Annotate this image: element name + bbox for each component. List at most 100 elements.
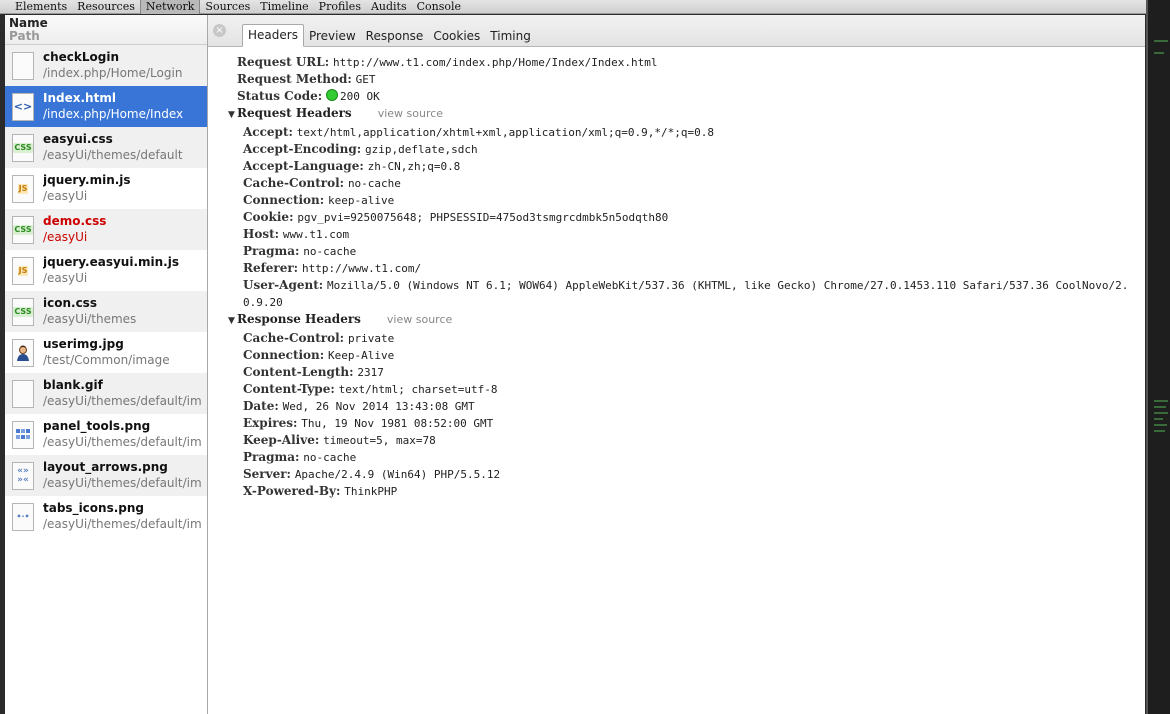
header-line: Request Method: GET — [208, 71, 1145, 88]
tab-network[interactable]: Network — [139, 0, 201, 14]
header-key: Cookie: — [243, 210, 294, 224]
css-file-icon: CSS — [12, 133, 34, 162]
header-key: Status Code: — [237, 89, 323, 103]
header-key: Accept: — [243, 125, 293, 139]
section-title: Response Headers — [237, 312, 361, 326]
header-value: text/html,application/xhtml+xml,applicat… — [296, 126, 714, 139]
header-value: 200 OK — [340, 90, 380, 103]
header-key: Accept-Encoding: — [243, 142, 362, 156]
header-value: GET — [355, 73, 376, 86]
header-line: Referer: http://www.t1.com/ — [208, 260, 1145, 277]
view-source-link[interactable]: view source — [378, 107, 443, 120]
tab-elements[interactable]: Elements — [10, 0, 72, 14]
header-line: Date: Wed, 26 Nov 2014 13:43:08 GMT — [208, 398, 1145, 415]
header-key: Pragma: — [243, 450, 300, 464]
arrows-image-icon: «» »« — [12, 461, 34, 490]
header-line: User-Agent: Mozilla/5.0 (Windows NT 6.1;… — [208, 277, 1133, 311]
request-name: layout_arrows.png — [43, 460, 168, 474]
request-row-checklogin[interactable]: checkLogin/index.php/Home/Login — [5, 45, 207, 86]
header-key: Host: — [243, 227, 280, 241]
header-key: Date: — [243, 399, 279, 413]
header-line: Pragma: no-cache — [208, 243, 1145, 260]
request-path: /easyUi/themes/default — [43, 148, 183, 162]
request-path: /easyUi — [43, 189, 88, 203]
request-row-index-html[interactable]: <> Index.html/index.php/Home/Index — [5, 86, 207, 127]
close-icon[interactable]: × — [213, 24, 226, 37]
header-key: Pragma: — [243, 244, 300, 258]
header-key: Server: — [243, 467, 291, 481]
tab-timing[interactable]: Timing — [485, 26, 536, 47]
header-line: Keep-Alive: timeout=5, max=78 — [208, 432, 1145, 449]
header-line: Expires: Thu, 19 Nov 1981 08:52:00 GMT — [208, 415, 1145, 432]
background-window-edge — [1146, 0, 1170, 714]
tab-timeline[interactable]: Timeline — [255, 0, 313, 14]
header-line: X-Powered-By: ThinkPHP — [208, 483, 1145, 500]
request-name: demo.css — [43, 214, 107, 228]
header-key: Connection: — [243, 348, 325, 362]
header-line: Connection: Keep-Alive — [208, 347, 1145, 364]
tab-audits[interactable]: Audits — [366, 0, 412, 14]
image-file-icon — [12, 420, 34, 449]
request-row-userimg-jpg[interactable]: userimg.jpg/test/Common/image — [5, 332, 207, 373]
request-path: /easyUi/themes/default/im — [43, 476, 202, 490]
tab-headers[interactable]: Headers — [242, 24, 304, 47]
dots-image-icon: •·• — [12, 502, 34, 531]
request-row-jquery-min-js[interactable]: JS jquery.min.js/easyUi — [5, 168, 207, 209]
view-source-link[interactable]: view source — [387, 313, 452, 326]
header-value: 2317 — [357, 366, 384, 379]
request-row-easyui-css[interactable]: CSS easyui.css/easyUi/themes/default — [5, 127, 207, 168]
section-title: Request Headers — [237, 106, 352, 120]
request-name: checkLogin — [43, 50, 120, 64]
request-row-jquery-easyui-min-js[interactable]: JS jquery.easyui.min.js/easyUi — [5, 250, 207, 291]
request-list: Name Path checkLogin/index.php/Home/Logi… — [5, 15, 208, 714]
disclosure-triangle-icon[interactable]: ▼ — [228, 107, 237, 124]
disclosure-triangle-icon[interactable]: ▼ — [228, 313, 237, 330]
header-line: Host: www.t1.com — [208, 226, 1145, 243]
header-value: no-cache — [303, 245, 357, 258]
request-row-tabs-icons-png[interactable]: •·• tabs_icons.png/easyUi/themes/default… — [5, 496, 207, 537]
request-details-panel: × Headers Preview Response Cookies Timin… — [208, 15, 1145, 714]
tab-response[interactable]: Response — [361, 26, 429, 47]
tab-profiles[interactable]: Profiles — [314, 0, 366, 14]
request-row-panel-tools-png[interactable]: panel_tools.png/easyUi/themes/default/im — [5, 414, 207, 455]
header-value: ThinkPHP — [344, 485, 398, 498]
request-row-blank-gif[interactable]: blank.gif/easyUi/themes/default/im — [5, 373, 207, 414]
response-headers-section[interactable]: ▼ Response Headers view source — [208, 311, 1145, 330]
request-row-demo-css[interactable]: CSS demo.css/easyUi — [5, 209, 207, 250]
header-line: Accept-Language: zh-CN,zh;q=0.8 — [208, 158, 1145, 175]
header-key: Request Method: — [237, 72, 352, 86]
request-name: jquery.easyui.min.js — [43, 255, 179, 269]
status-ok-icon — [326, 89, 339, 101]
details-tabs: × Headers Preview Response Cookies Timin… — [208, 15, 1145, 47]
request-row-layout-arrows-png[interactable]: «» »« layout_arrows.png/easyUi/themes/def… — [5, 455, 207, 496]
header-key: Cache-Control: — [243, 331, 345, 345]
header-key: Content-Length: — [243, 365, 354, 379]
request-path: /easyUi/themes — [43, 312, 137, 326]
request-name: Index.html — [43, 91, 116, 105]
request-name: easyui.css — [43, 132, 113, 146]
header-value: Keep-Alive — [328, 349, 395, 362]
header-line: Cache-Control: no-cache — [208, 175, 1145, 192]
css-file-icon: CSS — [12, 297, 34, 326]
tab-resources[interactable]: Resources — [72, 0, 140, 14]
header-line: Server: Apache/2.4.9 (Win64) PHP/5.5.12 — [208, 466, 1145, 483]
tab-cookies[interactable]: Cookies — [428, 26, 485, 47]
header-value: private — [347, 332, 395, 345]
header-line: Content-Type: text/html; charset=utf-8 — [208, 381, 1145, 398]
header-line: Accept: text/html,application/xhtml+xml,… — [208, 124, 1145, 141]
header-key: Content-Type: — [243, 382, 335, 396]
header-value: zh-CN,zh;q=0.8 — [367, 160, 461, 173]
tab-preview[interactable]: Preview — [304, 26, 361, 47]
request-name: userimg.jpg — [43, 337, 124, 351]
request-name: icon.css — [43, 296, 97, 310]
html-file-icon: <> — [12, 92, 34, 121]
request-path: /test/Common/image — [43, 353, 170, 367]
headers-content: Request URL: http://www.t1.com/index.php… — [208, 47, 1145, 500]
js-file-icon: JS — [12, 256, 34, 285]
request-row-icon-css[interactable]: CSS icon.css/easyUi/themes — [5, 291, 207, 332]
list-header[interactable]: Name Path — [5, 15, 207, 45]
header-line: Request URL: http://www.t1.com/index.php… — [208, 54, 1145, 71]
request-headers-section[interactable]: ▼ Request Headers view source — [208, 105, 1145, 124]
tab-console[interactable]: Console — [412, 0, 466, 14]
tab-sources[interactable]: Sources — [200, 0, 255, 14]
